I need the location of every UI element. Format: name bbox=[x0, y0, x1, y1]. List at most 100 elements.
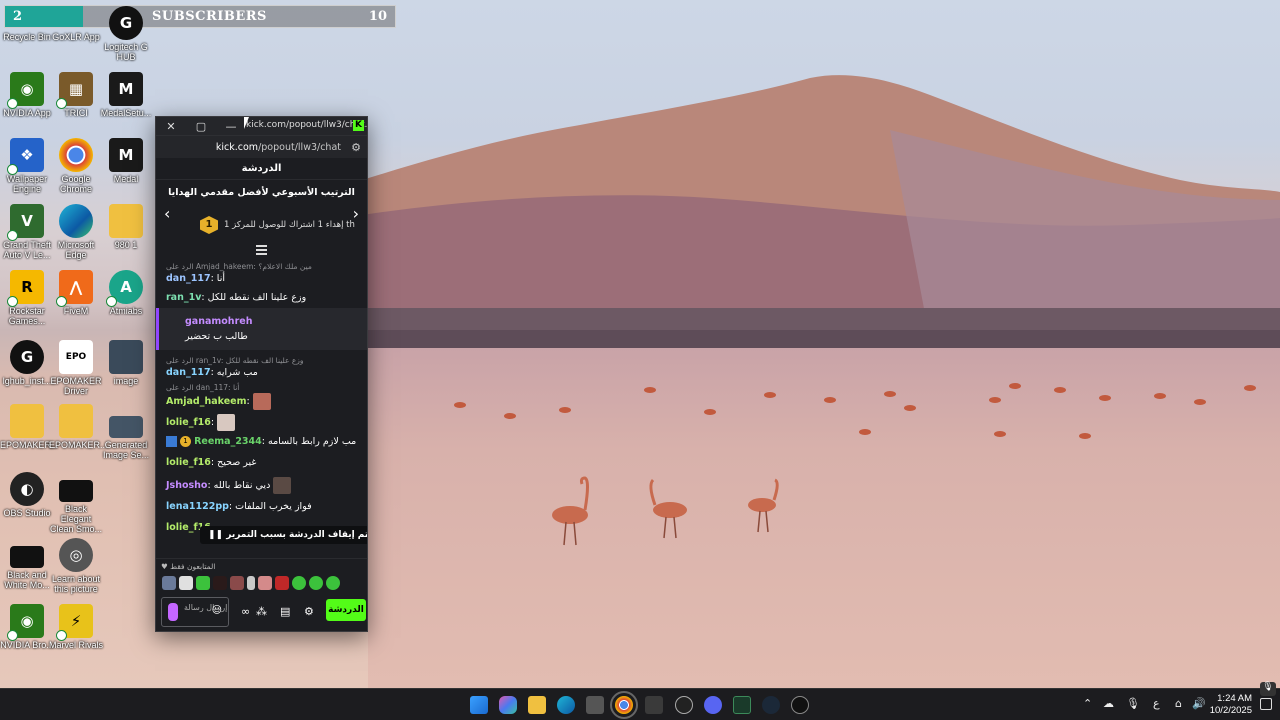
emote-row bbox=[162, 576, 340, 590]
infinity-icon[interactable]: ∞ bbox=[241, 605, 250, 618]
chat-username[interactable]: lena1122pp bbox=[166, 501, 229, 512]
store-icon[interactable]: ▤ bbox=[280, 605, 290, 618]
desktop-icon-logitech[interactable]: G Logitech G HUB bbox=[99, 6, 153, 62]
chat-username[interactable]: lolie_f16 bbox=[166, 417, 211, 428]
window-titlebar: ✕ ▢ — kick.com/popout/llw3/chat... K bbox=[156, 117, 367, 135]
volume-icon[interactable]: 🔊 bbox=[1192, 697, 1206, 710]
chat-username[interactable]: Reema_2344 bbox=[194, 436, 262, 447]
windows-start-icon[interactable] bbox=[470, 696, 488, 714]
emote-button[interactable] bbox=[230, 576, 244, 590]
gifter-leaderboard: الترتيب الأسبوعي لأفضل مقدمي الهدايا ‹ ›… bbox=[156, 180, 367, 247]
desktop-icon-medal[interactable]: M Medal bbox=[99, 138, 153, 184]
chat-username[interactable]: lolie_f16 bbox=[166, 457, 211, 468]
fivem-icon: ⋀ bbox=[56, 270, 93, 307]
send-chat-button[interactable]: الدردشة bbox=[326, 599, 366, 621]
reply-context: الرد على ran_1v: وزع علينا الف نقطه للكل bbox=[166, 356, 304, 365]
notification-center-icon[interactable] bbox=[1260, 698, 1272, 710]
emote-button[interactable] bbox=[292, 576, 306, 590]
desktop-icon-atmiabs[interactable]: A Atmiabs bbox=[99, 270, 153, 316]
desktop-icon-recycle-bin[interactable]: Recycle Bin bbox=[0, 30, 54, 42]
chat-paused-notice[interactable]: ❚❚ تم إيقاف الدردشة بسبب التمرير bbox=[200, 526, 367, 544]
emoji-picker-icon[interactable]: ☺ bbox=[212, 605, 222, 616]
chevron-up-icon[interactable]: ⌃ bbox=[1083, 697, 1092, 710]
file-explorer-icon[interactable] bbox=[528, 696, 546, 714]
maximize-icon: ▢ bbox=[195, 119, 207, 133]
excel-icon[interactable] bbox=[733, 696, 751, 714]
copilot-icon[interactable] bbox=[499, 696, 517, 714]
desktop-icon-lghub-installer[interactable]: Glghub_inst... bbox=[0, 340, 54, 386]
scroll-paused-icon[interactable] bbox=[256, 245, 267, 257]
url-bar[interactable]: kick.com/popout/llw3/chat ⚙ bbox=[156, 135, 367, 158]
microphone-icon[interactable]: 🎙 bbox=[1126, 697, 1140, 710]
calculator-icon[interactable] bbox=[645, 696, 663, 714]
emote-button[interactable] bbox=[258, 576, 272, 590]
network-icon[interactable]: ⌂ bbox=[1175, 697, 1182, 710]
flamingos bbox=[552, 476, 779, 546]
emote-image bbox=[252, 393, 271, 410]
desktop-icon-black-and-white[interactable]: Black and White Mo... bbox=[0, 546, 54, 590]
site-settings-icon[interactable]: ⚙ bbox=[351, 141, 361, 154]
desktop-icon-nvidia-app[interactable]: ◉ NVIDIA App bbox=[0, 72, 54, 118]
steam-icon[interactable] bbox=[762, 696, 780, 714]
logitech-icon[interactable] bbox=[791, 696, 809, 714]
chat-username[interactable]: dan_117 bbox=[166, 273, 211, 284]
edge-icon[interactable] bbox=[557, 696, 575, 714]
emote-button[interactable] bbox=[247, 576, 255, 590]
video-icon bbox=[59, 480, 93, 502]
desktop-icon-trici[interactable]: ▦ TRICI bbox=[49, 72, 103, 118]
trici-icon: ▦ bbox=[56, 72, 93, 109]
desktop-icon-epomaker-folder-1[interactable]: EPOMAKER... bbox=[0, 404, 59, 450]
desktop-icon-marvel-rivals[interactable]: ⚡ Marvel Rivals bbox=[49, 604, 103, 650]
desktop-icon-fivem[interactable]: ⋀ FiveM bbox=[49, 270, 103, 316]
chrome-icon[interactable] bbox=[610, 691, 638, 719]
taskbar-clock[interactable]: 1:24 AM 10/2/2025 bbox=[1210, 693, 1252, 717]
desktop-icon-rockstar[interactable]: R Rockstar Games... bbox=[0, 270, 54, 326]
desktop-icon-generated-image[interactable]: Generated Image Se... bbox=[99, 416, 153, 460]
image-icon bbox=[109, 340, 143, 374]
emote-button[interactable] bbox=[196, 576, 210, 590]
desktop-icon-obs[interactable]: ◐ OBS Studio bbox=[0, 472, 54, 518]
desktop-icon-folder-980[interactable]: 980 1 bbox=[99, 204, 153, 250]
chat-username[interactable]: ganamohreh bbox=[185, 316, 252, 327]
emote-button[interactable] bbox=[309, 576, 323, 590]
desktop-icon-black-elegant[interactable]: Black Elegant Clean Smo... bbox=[49, 480, 103, 534]
chat-input[interactable]: إرسال رسالة ☺ bbox=[161, 597, 229, 627]
chevron-left-icon[interactable]: ‹ bbox=[164, 204, 170, 223]
emote-button[interactable] bbox=[275, 576, 289, 590]
subscriber-current-count: 2 bbox=[13, 9, 23, 24]
desktop-icon-nvidia-broadcast[interactable]: ◉ NVIDIA Bro... bbox=[0, 604, 54, 650]
store-app-icon[interactable] bbox=[586, 696, 604, 714]
desktop-icon-learn-about-picture[interactable]: ◎ Learn about this picture bbox=[49, 538, 103, 594]
desktop-icon-wallpaper-engine[interactable]: ❖ Wallpaper Engine bbox=[0, 138, 54, 194]
emote-button[interactable] bbox=[179, 576, 193, 590]
desktop-icon-epomaker-driver[interactable]: EPO EPOMAKER Driver bbox=[49, 340, 103, 396]
rewards-icon[interactable]: ⁂ bbox=[256, 605, 267, 618]
desktop-icon-goxlr[interactable]: GoXLR App bbox=[49, 30, 103, 42]
chat-username[interactable]: Jshosho bbox=[166, 480, 207, 491]
input-language-indicator[interactable]: ع bbox=[1153, 697, 1160, 710]
chat-username[interactable]: dan_117 bbox=[166, 367, 211, 378]
chat-username[interactable]: ran_1v bbox=[166, 292, 201, 303]
desktop-icon-epomaker-folder-2[interactable]: EPOMAKER... bbox=[49, 404, 108, 450]
desktop-icon-gta[interactable]: V Grand Theft Auto V Le... bbox=[0, 204, 54, 260]
desktop-icon-medal-setup[interactable]: M MedalSetu... bbox=[99, 72, 153, 118]
desktop-icon-chrome[interactable]: Google Chrome bbox=[49, 138, 103, 194]
settings-icon[interactable]: ⚙ bbox=[304, 605, 314, 618]
subscriber-goal-bar: 2 SUBSCRIBERS 10 bbox=[4, 5, 396, 28]
dev-tool-icon[interactable] bbox=[675, 696, 693, 714]
desktop-icon-edge[interactable]: Microsoft Edge bbox=[49, 204, 103, 260]
discord-icon[interactable] bbox=[704, 696, 722, 714]
close-button[interactable]: ✕ bbox=[156, 117, 186, 135]
emote-button[interactable] bbox=[213, 576, 227, 590]
user-avatar bbox=[168, 603, 178, 621]
emote-button[interactable] bbox=[162, 576, 176, 590]
onedrive-icon[interactable]: ☁ bbox=[1103, 697, 1114, 710]
minimize-button[interactable]: — bbox=[216, 117, 246, 135]
desktop-icon-label: Marvel Rivals bbox=[49, 640, 104, 650]
chat-username[interactable]: Amjad_hakeem bbox=[166, 396, 247, 407]
maximize-button[interactable]: ▢ bbox=[186, 117, 216, 135]
desktop-icon-image[interactable]: image bbox=[99, 340, 153, 386]
emote-button[interactable] bbox=[326, 576, 340, 590]
desktop-icon-label: Microsoft Edge bbox=[57, 240, 95, 260]
chat-input-bar: إرسال رسالة ☺ ∞ ⁂ ▤ ⚙ الدردشة bbox=[156, 595, 367, 631]
